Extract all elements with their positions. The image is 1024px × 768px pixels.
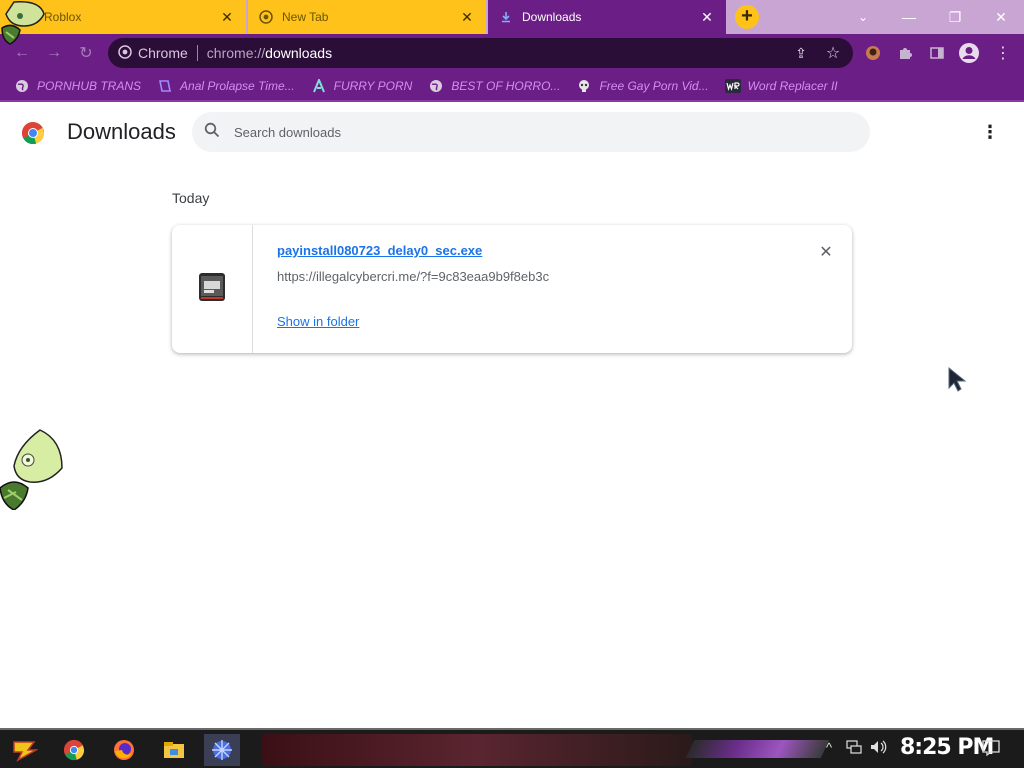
profile-avatar-icon[interactable]: [958, 42, 980, 64]
divider: [196, 45, 198, 61]
bookmark-label: PORNHUB TRANS: [37, 79, 142, 93]
close-icon[interactable]: ✕: [218, 8, 236, 26]
globe-icon: [14, 78, 30, 94]
date-section-label: Today: [172, 190, 210, 206]
share-icon[interactable]: ⇪: [790, 42, 812, 64]
menu-kebab-icon[interactable]: ⋮: [992, 42, 1014, 64]
bookmark-item[interactable]: Free Gay Porn Vid...: [576, 78, 709, 94]
taskbar-chrome-icon[interactable]: [56, 734, 92, 766]
bookmark-label: BEST OF HORRO...: [451, 79, 561, 93]
chrome-icon: [118, 44, 132, 62]
taskbar: ^ 8:25 PM: [0, 728, 1024, 768]
side-panel-icon[interactable]: [926, 42, 948, 64]
show-in-folder-link[interactable]: Show in folder: [277, 314, 359, 329]
tab-new-tab[interactable]: New Tab ✕: [248, 0, 486, 34]
peridot-sticker-top: [0, 0, 48, 51]
show-hidden-icons-icon[interactable]: ^: [826, 740, 832, 755]
tab-strip: Roblox ✕ New Tab ✕ Downloads ✕ + ⌄ — ❐ ✕: [0, 0, 1024, 34]
address-bar[interactable]: Chrome chrome:// downloads: [108, 38, 853, 68]
bookmark-label: Word Replacer II: [747, 79, 838, 93]
skull-icon: [576, 78, 592, 94]
volume-icon[interactable]: [870, 740, 888, 757]
search-input[interactable]: [234, 124, 834, 140]
search-icon: [204, 122, 220, 143]
exe-file-icon: [197, 271, 227, 308]
taskbar-file-explorer-icon[interactable]: [156, 734, 192, 766]
page-title: Downloads: [67, 119, 176, 144]
bracket-icon: [157, 78, 173, 94]
close-icon[interactable]: ✕: [698, 8, 716, 26]
chrome-icon: [258, 9, 274, 25]
tab-search-icon[interactable]: ⌄: [840, 0, 886, 34]
remove-download-icon[interactable]: ✕: [816, 242, 836, 262]
bookmark-item[interactable]: FURRY PORN: [311, 78, 413, 94]
network-icon[interactable]: [846, 740, 862, 757]
bookmark-label: Free Gay Porn Vid...: [599, 79, 709, 93]
bookmark-item[interactable]: BEST OF HORRO...: [428, 78, 560, 94]
more-actions-icon[interactable]: ⋮: [980, 122, 1000, 142]
notifications-icon[interactable]: [982, 740, 1000, 759]
extensions-puzzle-icon[interactable]: [894, 42, 916, 64]
taskbar-clock[interactable]: 8:25 PM: [900, 735, 994, 760]
bookmark-item[interactable]: Anal Prolapse Time...: [157, 78, 295, 94]
minimize-button[interactable]: —: [886, 0, 932, 34]
restore-button[interactable]: ❐: [932, 0, 978, 34]
star-icon[interactable]: ☆: [822, 42, 844, 64]
close-icon[interactable]: ✕: [458, 8, 476, 26]
url-scheme: chrome://: [206, 45, 266, 61]
new-tab-button[interactable]: +: [735, 5, 759, 29]
file-icon-column: [172, 225, 253, 353]
chrome-label: Chrome: [138, 45, 188, 61]
download-icon: [498, 9, 514, 25]
download-filename-link[interactable]: payinstall080723_delay0_sec.exe: [277, 243, 482, 258]
bookmark-item[interactable]: PORNHUB TRANS: [14, 78, 141, 94]
start-button[interactable]: [6, 734, 42, 766]
url-host: downloads: [265, 45, 333, 61]
taskbar-app-icon[interactable]: [204, 734, 240, 766]
toolbar: ← → ↻ Chrome chrome:// downloads ⇪ ☆ ⋮: [0, 34, 1024, 72]
bookmark-item[interactable]: Word Replacer II: [724, 78, 838, 94]
download-item: payinstall080723_delay0_sec.exe https://…: [172, 225, 852, 353]
bookmark-label: Anal Prolapse Time...: [180, 79, 295, 93]
reload-icon[interactable]: ↻: [76, 43, 96, 63]
bookmarks-bar: PORNHUB TRANS Anal Prolapse Time... FURR…: [0, 72, 1024, 102]
taskbar-wallpaper-strip: [262, 734, 692, 766]
tab-downloads[interactable]: Downloads ✕: [488, 0, 726, 34]
bookmark-label: FURRY PORN: [333, 79, 413, 93]
mouse-cursor-icon: [947, 366, 967, 397]
extension-avatar-icon[interactable]: [862, 42, 884, 64]
downloads-header: Downloads ⋮: [0, 104, 1024, 160]
globe-icon: [428, 78, 444, 94]
taskbar-firefox-icon[interactable]: [106, 734, 142, 766]
search-box[interactable]: [192, 112, 870, 152]
tab-title: Downloads: [522, 10, 582, 24]
lambda-icon: [311, 78, 327, 94]
taskbar-decoration: [685, 740, 830, 758]
peridot-sticker-left: [0, 428, 66, 515]
wr-icon: [724, 78, 741, 94]
chrome-logo-icon: [21, 121, 45, 145]
download-source-url: https://illegalcybercri.me/?f=9c83eaa9b9…: [277, 269, 550, 284]
tab-title: New Tab: [282, 10, 329, 24]
close-window-button[interactable]: ✕: [978, 0, 1024, 34]
